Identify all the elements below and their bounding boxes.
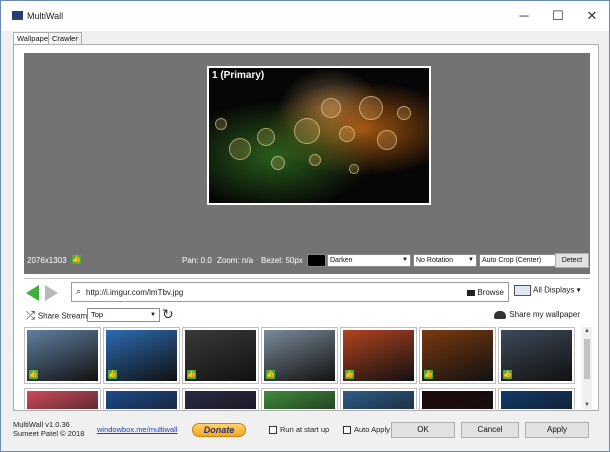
scroll-down-icon[interactable]: ▼ — [584, 402, 590, 408]
scroll-up-icon[interactable]: ▲ — [584, 328, 590, 334]
share-my-label: Share my wallpaper — [509, 310, 580, 319]
wallpaper-thumbnail[interactable]: 👍 — [261, 388, 338, 409]
detect-button[interactable]: Detect — [555, 253, 589, 268]
paint-splash-image — [27, 391, 98, 409]
wallpaper-preview-image — [209, 68, 429, 203]
run-at-startup-label: Run at start up — [280, 425, 330, 434]
run-at-startup-checkbox[interactable]: Run at start up — [269, 425, 330, 435]
search-icon: ⌕ — [76, 286, 82, 296]
rotation-select[interactable]: No Rotation ▼ — [413, 254, 477, 267]
chevron-down-icon: ▼ — [402, 257, 408, 263]
blue-planet-image — [501, 391, 572, 409]
rotation-value: No Rotation — [416, 257, 453, 264]
wallpaper-thumbnail[interactable]: 👍 — [182, 388, 259, 409]
all-displays-label: All Displays — [533, 285, 575, 295]
divider — [24, 278, 590, 279]
blend-mode-value: Darken — [330, 257, 353, 264]
version-info: MultiWall v1.0.36 Sumeet Patel © 2018 — [13, 420, 84, 438]
wallpaper-thumbnail[interactable]: 👍 — [24, 388, 101, 409]
auto-apply-label: Auto Apply — [354, 425, 390, 434]
monitor-preview[interactable]: 1 (Primary) — [207, 66, 431, 205]
thumbs-up-icon: 👍 — [72, 255, 81, 264]
checkbox-box[interactable] — [343, 426, 351, 435]
wallpaper-thumbnail[interactable]: 👍 — [498, 388, 575, 409]
title-bar: MultiWall ─ ☐ ✕ — [1, 1, 609, 31]
wallpaper-thumbnail[interactable]: 👍 — [24, 327, 101, 384]
shuffle-icon: ⤮ — [26, 310, 35, 322]
folder-icon — [467, 289, 476, 296]
wallpaper-thumbnail[interactable]: 👍 — [419, 327, 496, 384]
checkbox-box[interactable] — [269, 426, 277, 435]
thumbs-up-icon[interactable]: 👍 — [29, 370, 38, 379]
close-button[interactable]: ✕ — [575, 1, 609, 31]
browse-label: Browse — [477, 288, 504, 297]
wallpaper-thumbnail[interactable]: 👍 — [498, 327, 575, 384]
shuttle-image — [343, 391, 414, 409]
monitor-label: 1 (Primary) — [212, 70, 265, 81]
wallpaper-thumbnail[interactable]: 👍 — [340, 327, 417, 384]
wallpaper-thumbnail[interactable]: 👍 — [340, 388, 417, 409]
version-text: MultiWall v1.0.36 — [13, 420, 70, 429]
sort-select[interactable]: Top ▼ — [87, 308, 160, 322]
display-preview: 1 (Primary) 2076x1303 👍 Pan: 0.0 Zoom: n… — [24, 53, 590, 274]
auto-apply-checkbox[interactable]: Auto Apply — [343, 425, 390, 435]
thumbs-up-icon[interactable]: 👍 — [345, 370, 354, 379]
blend-mode-select[interactable]: Darken ▼ — [327, 254, 411, 267]
back-arrow-icon[interactable] — [26, 285, 39, 301]
zoom-value: Zoom: n/a — [217, 256, 254, 265]
cloud-upload-icon — [494, 310, 507, 319]
thumbs-up-icon[interactable]: 👍 — [266, 370, 275, 379]
monitor-icon — [514, 285, 531, 296]
ok-button[interactable]: OK — [391, 422, 455, 438]
apply-button[interactable]: Apply — [525, 422, 589, 438]
wallpaper-thumbnail[interactable]: 👍 — [103, 388, 180, 409]
bezel-value[interactable]: Bezel: 50px — [261, 256, 303, 265]
wallpaper-thumbnail[interactable]: 👍 — [103, 327, 180, 384]
url-input[interactable]: http://i.imgur.com/lmTbv.jpg — [86, 288, 183, 297]
thumbs-up-icon[interactable]: 👍 — [108, 370, 117, 379]
chevron-down-icon: ▼ — [150, 312, 156, 318]
wallpaper-panel: 1 (Primary) 2076x1303 👍 Pan: 0.0 Zoom: n… — [13, 44, 599, 411]
tab-crawler[interactable]: Crawler — [48, 32, 82, 44]
donate-button[interactable]: Donate — [192, 423, 246, 437]
wallpaper-thumbnail[interactable]: 👍 — [182, 327, 259, 384]
window-title: MultiWall — [27, 11, 64, 21]
url-bar[interactable]: ⌕ http://i.imgur.com/lmTbv.jpg Browse — [71, 282, 509, 302]
share-stream-button[interactable]: ⤮ Share Stream — [26, 310, 87, 323]
scrollbar-thumb[interactable] — [584, 339, 590, 379]
sort-value: Top — [91, 310, 104, 319]
share-stream-label: Share Stream — [37, 311, 88, 321]
wallpaper-thumbnail[interactable]: 👍 — [261, 327, 338, 384]
all-displays-dropdown[interactable]: All Displays ▾ — [514, 285, 581, 296]
footer: MultiWall v1.0.36 Sumeet Patel © 2018 wi… — [1, 413, 609, 451]
crop-select[interactable]: Auto Crop (Center) ▼ — [479, 254, 563, 267]
maximize-button[interactable]: ☐ — [541, 1, 575, 31]
author-text: Sumeet Patel © 2018 — [13, 429, 85, 438]
wallpaper-gallery: 👍👍👍👍👍👍👍👍👍👍👍👍👍👍 — [24, 327, 580, 409]
red-streak-image — [422, 391, 493, 409]
share-my-wallpaper-button[interactable]: Share my wallpaper — [494, 310, 580, 319]
cancel-button[interactable]: Cancel — [461, 422, 519, 438]
pan-value: Pan: 0.0 — [182, 256, 212, 265]
thumbs-up-icon[interactable]: 👍 — [424, 370, 433, 379]
resolution-text: 2076x1303 — [27, 256, 67, 265]
chevron-down-icon: ▼ — [468, 257, 474, 263]
multiwall-window: MultiWall ─ ☐ ✕ Wallpaper Crawler 1 (Pri… — [0, 0, 610, 452]
browse-button[interactable]: Browse — [467, 288, 504, 297]
chevron-down-icon: ▾ — [576, 285, 581, 295]
earth-globe-image — [106, 391, 177, 409]
refresh-icon[interactable]: ↻ — [162, 306, 174, 323]
forward-arrow-icon[interactable] — [45, 285, 58, 301]
wallpaper-thumbnail[interactable]: 👍 — [419, 388, 496, 409]
thumbs-up-icon[interactable]: 👍 — [187, 370, 196, 379]
thumbs-up-icon[interactable]: 👍 — [503, 370, 512, 379]
website-link[interactable]: windowbox.me/multiwall — [97, 425, 177, 434]
earth-sunrise-image — [185, 391, 256, 409]
minimize-button[interactable]: ─ — [507, 1, 541, 31]
gallery-scrollbar[interactable]: ▲ ▼ — [582, 327, 592, 409]
green-hills-image — [264, 391, 335, 409]
background-color-swatch[interactable] — [307, 254, 326, 267]
app-monitor-icon — [12, 11, 23, 20]
crop-value: Auto Crop (Center) — [482, 257, 542, 264]
